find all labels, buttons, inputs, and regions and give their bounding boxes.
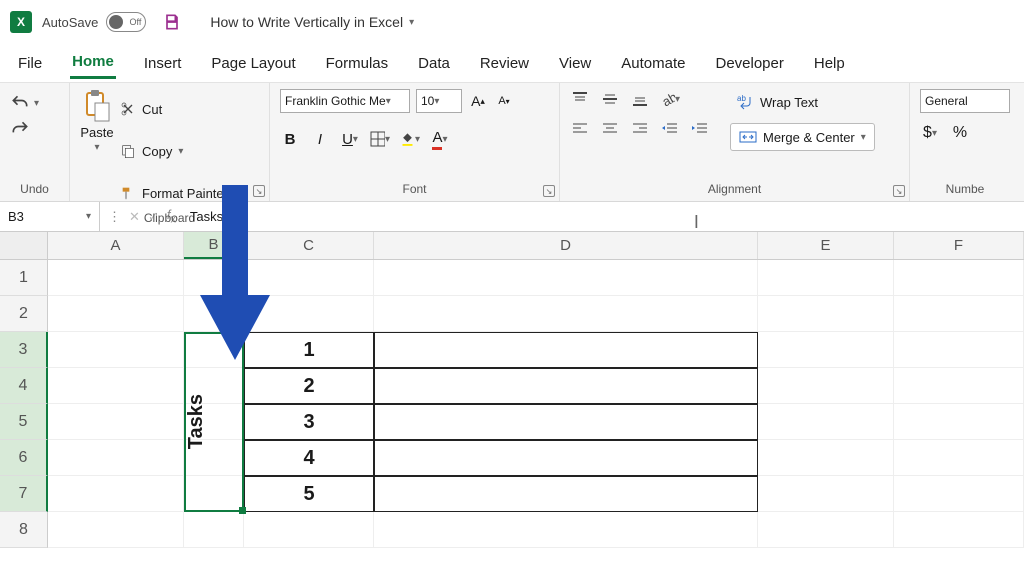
- bold-button[interactable]: B: [280, 129, 300, 149]
- format-painter-button[interactable]: Format Painter: [120, 175, 228, 211]
- autosave-toggle[interactable]: Off: [106, 12, 146, 32]
- autosave-control[interactable]: AutoSave Off: [42, 12, 146, 32]
- col-header-c[interactable]: C: [244, 232, 374, 259]
- row-header-1[interactable]: 1: [0, 260, 48, 296]
- group-alignment: ab▾ ab Wrap Text Merge & Center: [560, 83, 910, 201]
- fill-color-button[interactable]: ▾: [400, 129, 420, 149]
- paste-icon[interactable]: [80, 89, 114, 123]
- italic-button[interactable]: I: [310, 129, 330, 149]
- col-header-d[interactable]: D: [374, 232, 758, 259]
- number-format-select[interactable]: General: [920, 89, 1010, 113]
- font-size-select[interactable]: 10▾: [416, 89, 462, 113]
- spreadsheet-grid: A B C D E F 1 2 3 4 5 6 7 8: [0, 232, 1024, 548]
- wrap-text-button[interactable]: ab Wrap Text: [730, 91, 875, 113]
- cell-c6[interactable]: 4: [244, 440, 374, 476]
- tab-formulas[interactable]: Formulas: [324, 49, 391, 78]
- align-bottom-icon[interactable]: [630, 89, 650, 109]
- cell-d4[interactable]: [374, 368, 758, 404]
- align-middle-icon[interactable]: [600, 89, 620, 109]
- alignment-dialog-launcher[interactable]: ↘: [893, 185, 905, 197]
- row-header-4[interactable]: 4: [0, 368, 48, 404]
- row-header-7[interactable]: 7: [0, 476, 48, 512]
- increase-font-icon[interactable]: A▴: [468, 91, 488, 111]
- merge-center-button[interactable]: Merge & Center ▾: [730, 123, 875, 151]
- decrease-indent-icon[interactable]: [660, 119, 680, 139]
- copy-button[interactable]: Copy▾: [120, 133, 228, 169]
- redo-button[interactable]: [10, 119, 30, 139]
- cell-c5[interactable]: 3: [244, 404, 374, 440]
- col-header-f[interactable]: F: [894, 232, 1024, 259]
- font-color-button[interactable]: A▾: [430, 129, 450, 149]
- tab-help[interactable]: Help: [812, 49, 847, 78]
- tab-automate[interactable]: Automate: [619, 49, 687, 78]
- percent-icon[interactable]: %: [950, 123, 970, 143]
- font-dialog-launcher[interactable]: ↘: [543, 185, 555, 197]
- clipboard-dialog-launcher[interactable]: ↘: [253, 185, 265, 197]
- cell-d7[interactable]: [374, 476, 758, 512]
- row-header-8[interactable]: 8: [0, 512, 48, 548]
- data-table: Tasks 1 2 3 4 5: [184, 332, 758, 512]
- cut-button[interactable]: Cut: [120, 91, 228, 127]
- svg-text:ab: ab: [737, 94, 746, 103]
- paste-label[interactable]: Paste: [80, 125, 113, 140]
- paste-dropdown[interactable]: ▾: [94, 142, 99, 153]
- align-left-icon[interactable]: [570, 119, 590, 139]
- tab-page-layout[interactable]: Page Layout: [209, 49, 297, 78]
- col-header-e[interactable]: E: [758, 232, 894, 259]
- document-title[interactable]: How to Write Vertically in Excel ▾: [210, 14, 414, 30]
- align-right-icon[interactable]: [630, 119, 650, 139]
- title-bar: X AutoSave Off How to Write Vertically i…: [0, 0, 1024, 44]
- cells-area[interactable]: Tasks 1 2 3 4 5: [48, 260, 1024, 548]
- currency-icon[interactable]: $▾: [920, 123, 940, 143]
- tab-review[interactable]: Review: [478, 49, 531, 78]
- row-header-5[interactable]: 5: [0, 404, 48, 440]
- group-clipboard: Paste ▾ Cut Copy▾ Format Painter Clipboa…: [70, 83, 270, 201]
- increase-indent-icon[interactable]: [690, 119, 710, 139]
- underline-button[interactable]: U▾: [340, 129, 360, 149]
- formula-input[interactable]: Tasks I: [184, 209, 1024, 224]
- cell-c7[interactable]: 5: [244, 476, 374, 512]
- row-header-2[interactable]: 2: [0, 296, 48, 332]
- tab-file[interactable]: File: [16, 49, 44, 78]
- excel-logo-icon: X: [10, 11, 32, 33]
- col-header-a[interactable]: A: [48, 232, 184, 259]
- autosave-label: AutoSave: [42, 15, 98, 30]
- cell-d6[interactable]: [374, 440, 758, 476]
- ribbon: ▾ Undo Paste ▾ Cut: [0, 82, 1024, 202]
- group-undo: ▾ Undo: [0, 83, 70, 201]
- orientation-button[interactable]: ab▾: [660, 89, 680, 109]
- cell-c3[interactable]: 1: [244, 332, 374, 368]
- align-top-icon[interactable]: [570, 89, 590, 109]
- tab-insert[interactable]: Insert: [142, 49, 184, 78]
- chevron-down-icon: ▾: [409, 17, 414, 28]
- save-icon[interactable]: [162, 12, 182, 32]
- group-number: General $▾ % Numbe: [910, 83, 1020, 201]
- tab-view[interactable]: View: [557, 49, 593, 78]
- cell-b3-merged[interactable]: Tasks: [184, 332, 244, 512]
- cell-d5[interactable]: [374, 404, 758, 440]
- tab-developer[interactable]: Developer: [713, 49, 785, 78]
- cell-d3[interactable]: [374, 332, 758, 368]
- select-all-corner[interactable]: [0, 232, 48, 259]
- svg-text:ab: ab: [660, 90, 675, 108]
- group-font: Franklin Gothic Me▾ 10▾ A▴ A▾ B I U▾ ▾ ▾…: [270, 83, 560, 201]
- col-header-b[interactable]: B: [184, 232, 244, 259]
- undo-button[interactable]: ▾: [10, 93, 39, 113]
- text-cursor-icon: I: [694, 212, 699, 233]
- cell-c4[interactable]: 2: [244, 368, 374, 404]
- borders-button[interactable]: ▾: [370, 129, 390, 149]
- decrease-font-icon[interactable]: A▾: [494, 91, 514, 111]
- row-header-3[interactable]: 3: [0, 332, 48, 368]
- font-name-select[interactable]: Franklin Gothic Me▾: [280, 89, 410, 113]
- align-center-icon[interactable]: [600, 119, 620, 139]
- tab-data[interactable]: Data: [416, 49, 452, 78]
- row-header-6[interactable]: 6: [0, 440, 48, 476]
- ribbon-tabs: File Home Insert Page Layout Formulas Da…: [0, 44, 1024, 82]
- tab-home[interactable]: Home: [70, 47, 116, 79]
